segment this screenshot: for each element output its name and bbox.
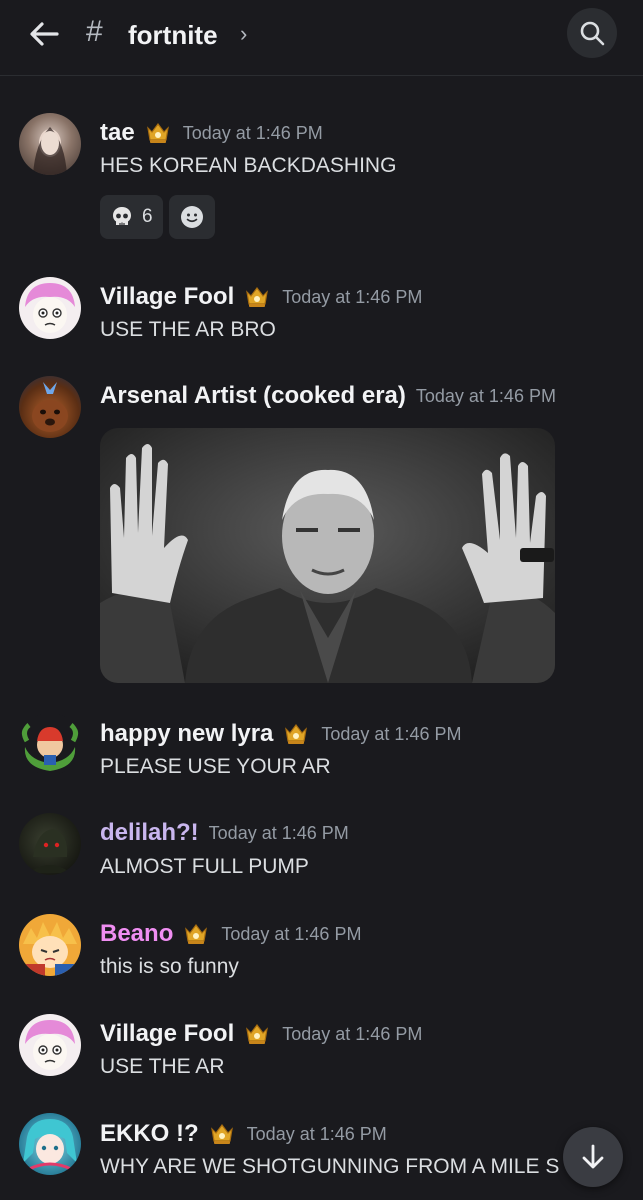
message-text: PLEASE USE YOUR AR xyxy=(100,755,331,778)
reaction-bar: 6 xyxy=(100,195,215,239)
avatar[interactable] xyxy=(19,813,81,875)
avatar[interactable] xyxy=(19,713,81,775)
skull-icon xyxy=(113,207,131,225)
timestamp: Today at 1:46 PM xyxy=(415,385,556,406)
avatar[interactable] xyxy=(19,914,81,976)
fortnite-crown-badge-icon xyxy=(185,924,208,944)
reaction-skull[interactable]: 6 xyxy=(100,195,163,239)
timestamp: Today at 1:46 PM xyxy=(282,286,423,307)
message-text: this is so funny xyxy=(100,955,239,978)
timestamp: Today at 1:46 PM xyxy=(208,822,349,843)
author-name[interactable]: Village Fool xyxy=(100,283,234,311)
avatar[interactable] xyxy=(19,113,81,175)
message-text: ALMOST FULL PUMP xyxy=(100,855,309,878)
channel-hash-icon: # xyxy=(86,15,103,48)
fortnite-crown-badge-icon xyxy=(210,1124,233,1144)
add-reaction-icon xyxy=(180,206,203,228)
message-text: USE THE AR xyxy=(100,1055,225,1078)
timestamp: Today at 1:46 PM xyxy=(221,923,362,944)
timestamp: Today at 1:46 PM xyxy=(182,122,323,143)
jump-to-bottom-button[interactable] xyxy=(563,1127,623,1187)
fortnite-crown-badge-icon xyxy=(246,1024,269,1044)
author-name[interactable]: Arsenal Artist (cooked era) xyxy=(100,382,406,410)
author-name[interactable]: happy new lyra xyxy=(100,720,273,748)
reaction-count: 6 xyxy=(142,206,153,227)
message-text: HES KOREAN BACKDASHING xyxy=(100,154,397,177)
author-name[interactable]: EKKO !? xyxy=(100,1120,199,1148)
author-name[interactable]: Beano xyxy=(100,920,173,948)
avatar[interactable] xyxy=(19,277,81,339)
timestamp: Today at 1:46 PM xyxy=(246,1123,387,1144)
image-attachment[interactable] xyxy=(100,428,555,683)
fortnite-crown-badge-icon xyxy=(285,724,308,744)
message-text: USE THE AR BRO xyxy=(100,318,276,341)
back-button[interactable] xyxy=(24,14,64,54)
fortnite-crown-badge-icon xyxy=(146,123,169,143)
author-name[interactable]: tae xyxy=(100,119,135,147)
avatar[interactable] xyxy=(19,1113,81,1175)
search-icon xyxy=(580,21,605,46)
timestamp: Today at 1:46 PM xyxy=(321,723,462,744)
timestamp: Today at 1:46 PM xyxy=(282,1023,423,1044)
chevron-right-icon[interactable]: › xyxy=(240,16,247,52)
channel-header: # fortnite › xyxy=(0,0,643,76)
message-text: WHY ARE WE SHOTGUNNING FROM A MILE S xyxy=(100,1155,560,1178)
arrow-left-icon xyxy=(30,22,59,46)
avatar[interactable] xyxy=(19,376,81,438)
search-button[interactable] xyxy=(567,8,617,58)
author-name[interactable]: Village Fool xyxy=(100,1020,234,1048)
attachment-photo xyxy=(100,428,555,683)
author-name[interactable]: delilah?! xyxy=(100,819,199,847)
channel-name[interactable]: fortnite xyxy=(128,15,218,55)
add-reaction-button[interactable] xyxy=(168,195,215,239)
fortnite-crown-badge-icon xyxy=(246,287,269,307)
arrow-down-icon xyxy=(582,1144,604,1169)
avatar[interactable] xyxy=(19,1014,81,1076)
